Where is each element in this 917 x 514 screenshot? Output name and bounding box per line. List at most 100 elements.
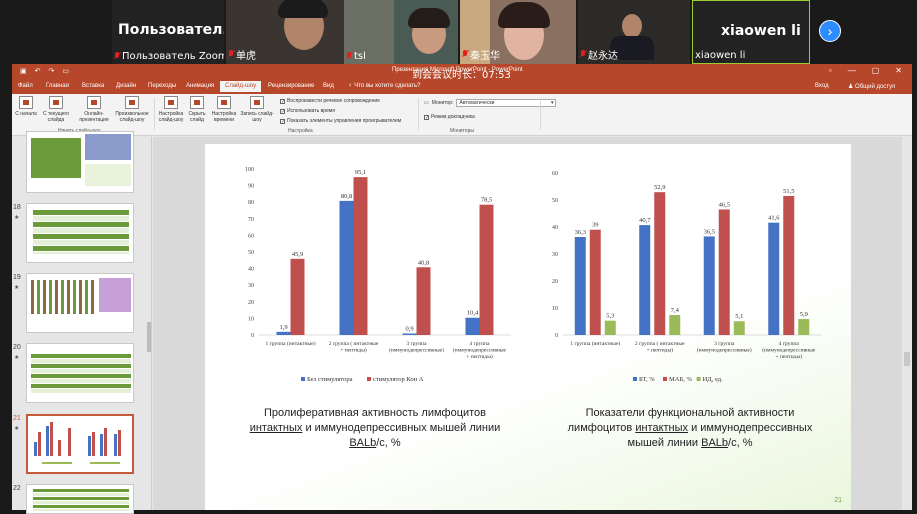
tab-insert[interactable]: Вставка [82,83,104,89]
legend-label: Без стимулятора [307,376,353,383]
muted-mic-icon [462,50,468,59]
person-icon: ♟ [848,84,856,90]
record-slideshow-button[interactable]: Запись слайд-шоу [240,96,274,123]
monitor-selector: ▭ Монитор: Автоматически ▾ [424,99,557,107]
tab-slideshow[interactable]: Слайд-шоу [220,81,262,92]
ribbon-options-icon[interactable]: ▫ [829,66,832,75]
meeting-duration: 到会会议时长：07:53 [412,70,511,81]
from-beginning-button[interactable]: С начала [14,96,38,117]
online-presentation-button[interactable]: Онлайн-презентация [76,96,112,123]
data-label: 0,9 [405,326,413,333]
from-current-slide-button[interactable]: С текущего слайда [38,96,74,123]
data-label: 7,4 [671,307,680,314]
participant-name: Пользователь Zoom [122,51,224,62]
legend-label: БТ, % [639,376,655,383]
bar [574,236,586,335]
tab-design[interactable]: Дизайн [116,83,136,89]
data-label: 46,5 [719,201,730,208]
tab-animations[interactable]: Анимация [186,83,214,89]
group-label-setup: Настройка [288,128,313,134]
bar [589,229,601,335]
checkmark-icon: ✓ [280,118,286,125]
ribbon-slideshow: С начала С текущего слайда Онлайн-презен… [12,94,912,136]
monitor-icon: ▭ [424,100,429,106]
participant-tile-qinyuhua[interactable]: 秦玉华 [460,0,576,64]
muted-mic-icon [346,52,352,61]
data-label: 1,9 [279,324,287,331]
save-icon[interactable]: ▣ [20,67,27,75]
mini-chart-preview [34,422,121,464]
slide-thumbnail-selected[interactable] [26,414,134,474]
slide-page-number: 21 [834,497,842,504]
participant-name: xiaowen li [695,50,746,61]
bar [639,225,651,335]
legend-label: стимулятор Кон А [373,376,424,383]
participant-tile-zhaoyongda[interactable]: 赵永达 [578,0,690,64]
category-label: 4 группа (иммунодепрессивные + пептиды) [762,341,816,360]
slide-number: 22 [13,485,21,492]
maximize-icon[interactable]: ▢ [872,66,880,75]
participant-tile-danhu[interactable]: 单虎 [226,0,344,64]
participant-tile-tsl[interactable]: tsl [344,0,458,64]
thumbnail-scroll-thumb[interactable] [147,322,151,352]
tab-file[interactable]: Файл [18,83,33,89]
tell-me-search[interactable]: ♀ Что вы хотите сделать? [348,83,421,89]
participant-display-name: xiaowen li [721,23,801,39]
bar [703,236,715,335]
redo-icon[interactable]: ↷ [49,67,55,75]
participant-tile-xiaowen-li[interactable]: xiaowen li xiaowen li [692,0,810,64]
left-chart-caption: Пролиферативная активность лимфоцитов ин… [249,407,501,449]
slide-number: 20 [13,344,21,351]
setup-slideshow-button[interactable]: Настройка слайд-шоу [156,96,186,123]
chevron-down-icon: ▾ [550,100,554,106]
star-icon: ★ [14,285,20,291]
participant-video [622,14,642,38]
current-slide[interactable]: 0 10 20 30 40 50 60 70 80 90 100 1,9 45,9 1 группа (и… [205,144,851,510]
powerpoint-window: ▣ ↶ ↷ ▭ Презентация Microsoft PowerPoint - … [12,64,912,514]
minimize-icon[interactable]: — [848,66,856,75]
data-label: 40,8 [418,259,429,266]
custom-show-icon [125,96,139,109]
sign-in-link[interactable]: Вход [815,83,829,89]
checkbox-narrations[interactable]: ✓ Воспроизвести речевое сопровождение [280,98,380,104]
close-icon[interactable]: ✕ [895,66,902,75]
y-tick-label: 40 [248,267,254,273]
slideshow-icon[interactable]: ▭ [62,67,69,75]
record-icon [250,96,264,109]
slide-thumbnail[interactable] [26,343,134,403]
undo-icon[interactable]: ↶ [35,67,41,75]
setup-show-icon [164,96,178,109]
custom-slideshow-button[interactable]: Произвольное слайд-шоу [112,96,152,123]
tab-review[interactable]: Рецензирование [268,83,314,89]
bar [669,315,681,335]
hide-slide-button[interactable]: Скрыть слайд [186,96,208,123]
tab-view[interactable]: Вид [323,83,334,89]
chevron-right-icon[interactable]: › [819,20,841,42]
tab-transitions[interactable]: Переходы [148,83,176,89]
monitor-dropdown[interactable]: Автоматически ▾ [456,99,557,107]
slide-scrollbar[interactable] [902,137,912,510]
category-label: 3 группа (иммунодепрессивные) [697,341,752,354]
checkbox-use-timings[interactable]: ✓ Использовать время [280,108,335,114]
tab-home[interactable]: Главная [46,83,69,89]
checkbox-media-controls[interactable]: ✓ Показать элементы управления проигрыват… [280,118,401,124]
bar [768,222,780,335]
slide-thumbnail[interactable] [26,203,134,263]
slide-thumbnail[interactable] [26,273,134,333]
data-label: 95,1 [355,169,366,176]
bar [339,200,354,335]
data-label: 10,4 [467,310,479,317]
slide-thumbnail[interactable] [26,131,134,193]
checkbox-presenter-view[interactable]: ✓ Режим докладчика [424,114,475,120]
category-label: 1 группа (интактные) [265,340,315,347]
legend-swatch [633,377,637,381]
y-tick-label: 90 [248,184,254,190]
participant-tile-zoom-user[interactable]: Пользовател... Пользователь Zoom [112,0,224,64]
y-tick-label: 10 [552,306,558,312]
data-label: 45,9 [292,251,303,258]
slide-scroll-thumb[interactable] [904,352,910,366]
bar [783,195,795,335]
chart-proliferative-activity: 0 10 20 30 40 50 60 70 80 90 100 1,9 45,9 1 группа (и… [245,167,511,383]
rehearse-timings-button[interactable]: Настройка времени [210,96,238,123]
share-button[interactable]: ♟ Общий доступ [848,83,895,90]
